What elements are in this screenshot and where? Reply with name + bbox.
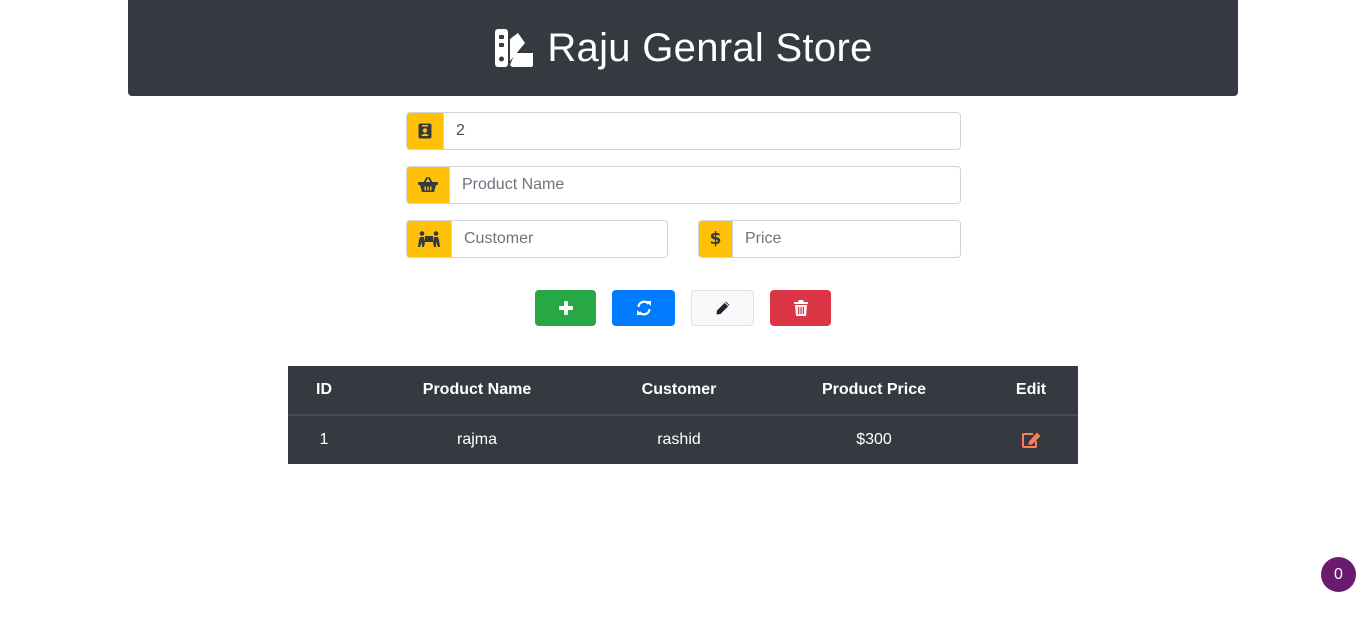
customer-field xyxy=(406,220,668,258)
trash-icon xyxy=(793,300,808,316)
plus-icon xyxy=(558,301,573,315)
price-field: $ xyxy=(698,220,961,258)
table-row[interactable]: 1 rajma rashid $300 xyxy=(288,414,1078,464)
people-carry-icon xyxy=(407,221,452,257)
price-input[interactable] xyxy=(733,221,960,257)
id-input[interactable] xyxy=(444,113,960,149)
id-badge-icon xyxy=(407,113,444,149)
page-title: Raju Genral Store xyxy=(547,25,873,70)
header-product-price: Product Price xyxy=(764,366,984,416)
pencil-icon xyxy=(716,301,729,315)
cell-product: rajma xyxy=(360,414,594,464)
dollar-icon: $ xyxy=(699,221,733,257)
customer-input[interactable] xyxy=(452,221,667,257)
edit-button[interactable] xyxy=(691,290,754,326)
basket-icon xyxy=(407,167,450,203)
id-field xyxy=(406,112,961,150)
products-table: ID Product Name Customer Product Price E… xyxy=(288,366,1078,464)
header-edit: Edit xyxy=(984,366,1078,416)
notification-badge[interactable]: 0 xyxy=(1321,557,1356,592)
product-name-input[interactable] xyxy=(450,167,960,203)
swatchbook-icon xyxy=(495,29,534,67)
cell-customer: rashid xyxy=(594,414,764,464)
cell-id: 1 xyxy=(288,414,360,464)
header-customer: Customer xyxy=(594,366,764,416)
cell-edit xyxy=(984,414,1078,464)
refresh-button[interactable] xyxy=(612,290,675,326)
header-id: ID xyxy=(288,366,360,416)
edit-icon[interactable] xyxy=(1021,432,1041,448)
product-name-field xyxy=(406,166,961,204)
header-product-name: Product Name xyxy=(360,366,594,416)
app-header: Raju Genral Store xyxy=(128,0,1238,96)
sync-icon xyxy=(636,300,651,316)
add-button[interactable] xyxy=(535,290,596,326)
cell-price: $300 xyxy=(764,414,984,464)
table-header-row: ID Product Name Customer Product Price E… xyxy=(288,366,1078,416)
delete-button[interactable] xyxy=(770,290,831,326)
